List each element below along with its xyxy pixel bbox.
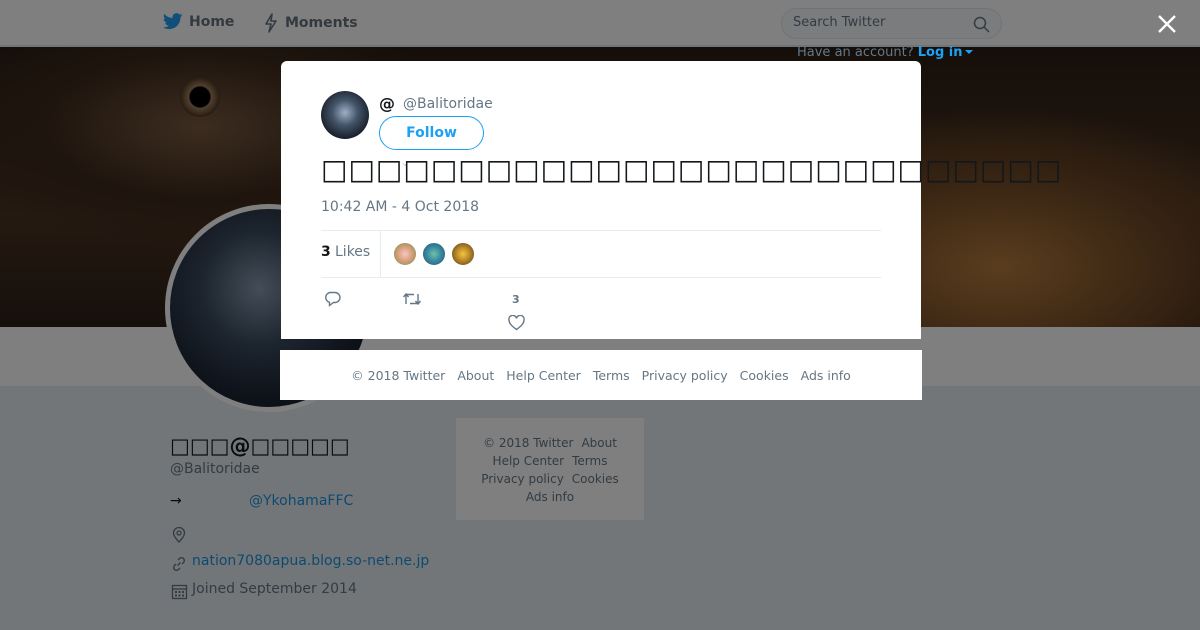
retweet-icon[interactable]	[402, 291, 422, 307]
heart-icon[interactable]	[508, 315, 525, 331]
login-prompt: Have an account? Log in	[797, 45, 973, 60]
likes-count[interactable]: 3	[321, 244, 331, 260]
tweet-timestamp[interactable]: 10:42 AM - 4 Oct 2018	[321, 199, 479, 215]
modal-footer-copyright: © 2018 Twitter	[351, 367, 446, 383]
tweet-author-avatar[interactable]	[321, 91, 369, 139]
liker-avatar[interactable]	[422, 242, 446, 266]
modal-footer: © 2018 Twitter About Help Center Terms P…	[280, 350, 922, 400]
modal-footer-help[interactable]: Help Center	[506, 368, 581, 383]
tweet-author-name[interactable]: @	[379, 94, 395, 113]
divider	[380, 231, 381, 277]
divider	[321, 230, 881, 231]
liker-avatar[interactable]	[393, 242, 417, 266]
login-caret-icon[interactable]	[964, 50, 973, 54]
likes-label[interactable]: Likes	[335, 244, 370, 260]
divider	[321, 277, 881, 278]
modal-footer-ads[interactable]: Ads info	[801, 368, 851, 383]
modal-footer-terms[interactable]: Terms	[593, 368, 630, 383]
liker-avatar[interactable]	[451, 242, 475, 266]
account-prompt-text: Have an account?	[797, 45, 914, 60]
follow-button[interactable]: Follow	[379, 116, 484, 150]
tweet-text: □□□□□□□□□□□□□□□□□□□□□□□□□□□	[321, 153, 1063, 186]
modal-footer-privacy[interactable]: Privacy policy	[642, 368, 728, 383]
tweet-author-handle[interactable]: @Balitoridae	[403, 96, 493, 112]
close-icon[interactable]	[1156, 13, 1178, 35]
modal-footer-about[interactable]: About	[457, 368, 494, 383]
reply-icon[interactable]	[324, 291, 341, 307]
like-action-count: 3	[512, 293, 520, 306]
tweet-modal: @ @Balitoridae Follow ⌄ □□□□□□□□□□□□□□□□…	[281, 61, 1061, 339]
modal-footer-cookies[interactable]: Cookies	[740, 368, 789, 383]
login-link[interactable]: Log in	[918, 45, 963, 60]
